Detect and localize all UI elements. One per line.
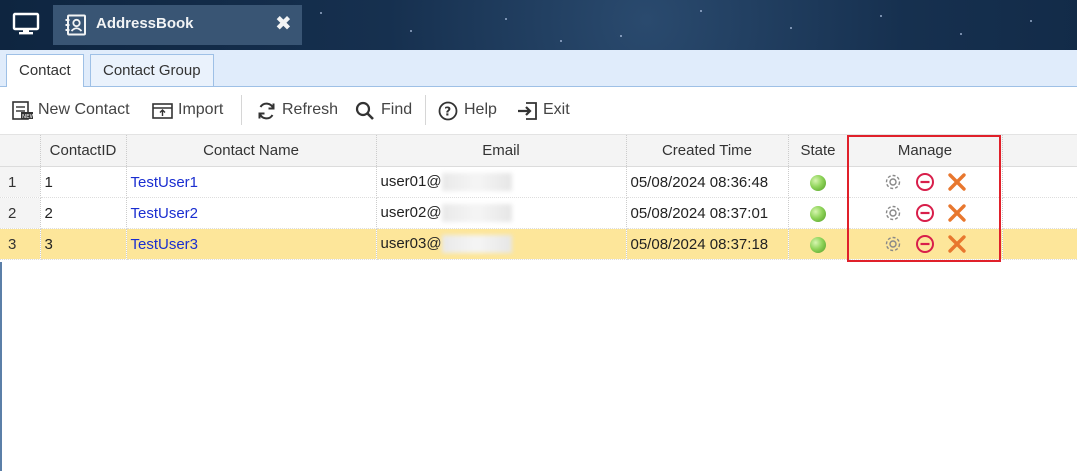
addressbook-icon: [65, 14, 86, 36]
help-button[interactable]: ? Help: [438, 99, 502, 121]
rownum-header: [0, 135, 41, 167]
close-icon[interactable]: ✖: [275, 14, 292, 34]
import-label: Import: [178, 101, 224, 118]
gear-icon[interactable]: [883, 203, 903, 223]
row-number: 2: [0, 197, 41, 229]
exit-button[interactable]: Exit: [517, 99, 573, 121]
contact-id-cell: 3: [40, 228, 127, 260]
svg-text:?: ?: [444, 105, 451, 119]
exit-icon: [518, 102, 537, 120]
row-filler: [1002, 166, 1077, 198]
minus-circle-icon[interactable]: [915, 234, 935, 254]
search-icon: [355, 101, 374, 120]
refresh-label: Refresh: [282, 101, 339, 118]
column-header-created-time[interactable]: Created Time: [626, 135, 789, 167]
created-time-cell: 05/08/2024 08:37:01: [626, 197, 789, 229]
row-filler: [1002, 228, 1077, 260]
row-filler: [1002, 197, 1077, 229]
email-cell: user03@: [376, 228, 627, 260]
desktop-icon[interactable]: [12, 12, 40, 36]
email-domain-redacted: [441, 173, 512, 192]
contact-name-cell: TestUser1: [126, 166, 377, 198]
email-domain-redacted: [441, 204, 512, 223]
contact-grid: ContactID Contact Name Email Created Tim…: [0, 135, 1077, 260]
window-left-edge: [0, 262, 2, 471]
help-icon: ?: [438, 101, 458, 121]
email-text: user02@: [380, 203, 442, 221]
toolbar-divider: [241, 95, 242, 125]
cross-icon[interactable]: [947, 203, 967, 223]
state-cell: [788, 166, 849, 198]
email-text: user01@: [380, 172, 442, 190]
minus-circle-icon[interactable]: [915, 172, 935, 192]
state-cell: [788, 197, 849, 229]
manage-cell: [848, 166, 1003, 198]
row-number: 3: [0, 228, 41, 260]
import-icon: [152, 103, 173, 119]
contact-name-link[interactable]: TestUser3: [131, 236, 199, 253]
contact-name-cell: TestUser2: [126, 197, 377, 229]
created-time-cell: 05/08/2024 08:37:18: [626, 228, 789, 260]
column-header-state[interactable]: State: [788, 135, 849, 167]
gear-icon[interactable]: [883, 172, 903, 192]
new-contact-label: New Contact: [38, 101, 130, 118]
title-bar: AddressBook ✖: [0, 0, 1077, 50]
email-cell: user02@: [376, 197, 627, 229]
table-row-selected[interactable]: 3 3 TestUser3 user03@ 05/08/2024 08:37:1…: [0, 228, 1077, 260]
contact-id-cell: 2: [40, 197, 127, 229]
import-button[interactable]: Import: [152, 99, 232, 121]
cross-icon[interactable]: [947, 234, 967, 254]
app-title: AddressBook: [96, 15, 194, 32]
header-filler: [1002, 135, 1077, 167]
gear-icon[interactable]: [883, 234, 903, 254]
toolbar-divider: [425, 95, 426, 125]
state-active-icon: [810, 236, 826, 253]
app-tab[interactable]: AddressBook ✖: [53, 5, 302, 45]
help-label: Help: [464, 101, 497, 118]
state-active-icon: [810, 205, 826, 222]
table-row[interactable]: 1 1 TestUser1 user01@ 05/08/2024 08:36:4…: [0, 166, 1077, 198]
column-header-contact-name[interactable]: Contact Name: [126, 135, 377, 167]
contact-id-cell: 1: [40, 166, 127, 198]
manage-cell: [848, 197, 1003, 229]
table-row[interactable]: 2 2 TestUser2 user02@ 05/08/2024 08:37:0…: [0, 197, 1077, 229]
contact-name-cell: TestUser3: [126, 228, 377, 260]
new-contact-icon: NEW: [12, 101, 34, 120]
cross-icon[interactable]: [947, 172, 967, 192]
svg-text:NEW: NEW: [22, 114, 34, 120]
column-header-manage[interactable]: Manage: [848, 135, 1003, 167]
column-header-email[interactable]: Email: [376, 135, 627, 167]
find-button[interactable]: Find: [355, 99, 417, 121]
contact-name-link[interactable]: TestUser2: [131, 205, 199, 222]
refresh-button[interactable]: Refresh: [256, 99, 338, 121]
find-label: Find: [381, 101, 413, 118]
email-domain-redacted: [441, 235, 512, 254]
row-number: 1: [0, 166, 41, 198]
email-cell: user01@: [376, 166, 627, 198]
tab-contact[interactable]: Contact: [6, 54, 84, 87]
manage-cell: [848, 228, 1003, 260]
state-active-icon: [810, 174, 826, 191]
tab-contact-group[interactable]: Contact Group: [90, 54, 214, 86]
contact-name-link[interactable]: TestUser1: [131, 174, 199, 191]
grid-header-row: ContactID Contact Name Email Created Tim…: [0, 135, 1077, 167]
tab-bar: Contact Contact Group: [0, 50, 1077, 87]
exit-label: Exit: [543, 101, 570, 118]
new-contact-button[interactable]: NEW New Contact: [12, 99, 137, 121]
refresh-icon: [258, 102, 275, 120]
email-text: user03@: [380, 234, 442, 252]
created-time-cell: 05/08/2024 08:36:48: [626, 166, 789, 198]
column-header-contactid[interactable]: ContactID: [40, 135, 127, 167]
minus-circle-icon[interactable]: [915, 203, 935, 223]
state-cell: [788, 228, 849, 260]
toolbar: NEW New Contact Import Refresh Find ? He…: [0, 87, 1077, 135]
